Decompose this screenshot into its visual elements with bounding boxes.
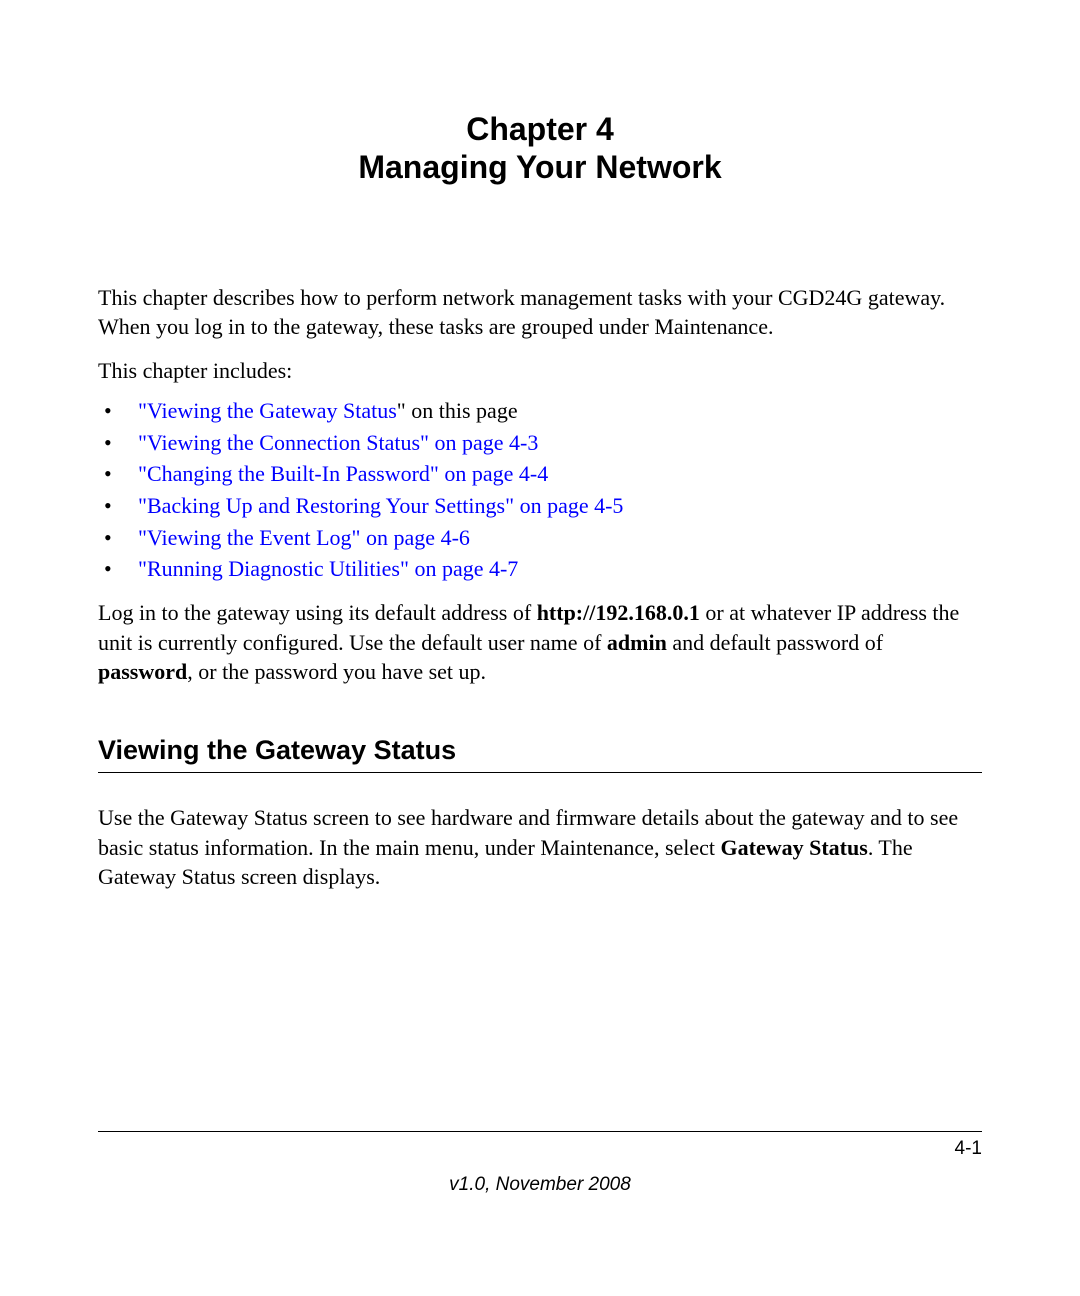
version-line: v1.0, November 2008 — [98, 1174, 982, 1196]
intro-paragraph: This chapter describes how to perform ne… — [98, 283, 982, 342]
toc-link[interactable]: "Running Diagnostic Utilities" on page 4… — [138, 556, 518, 581]
toc-item: "Viewing the Event Log" on page 4-6 — [98, 523, 982, 553]
page-footer: 4-1 v1.0, November 2008 — [98, 1131, 982, 1196]
toc-item: "Backing Up and Restoring Your Settings"… — [98, 491, 982, 521]
default-password: password — [98, 659, 187, 684]
section-paragraph: Use the Gateway Status screen to see har… — [98, 803, 982, 892]
toc-link[interactable]: "Viewing the Event Log" on page 4-6 — [138, 525, 470, 550]
section-heading: Viewing the Gateway Status — [98, 735, 982, 773]
document-page: Chapter 4 Managing Your Network This cha… — [0, 0, 1080, 892]
chapter-header: Chapter 4 Managing Your Network — [98, 110, 982, 187]
toc-link[interactable]: "Backing Up and Restoring Your Settings"… — [138, 493, 623, 518]
toc-link[interactable]: "Viewing the Connection Status" on page … — [138, 430, 538, 455]
toc-suffix: " on this page — [397, 398, 518, 423]
toc-list: "Viewing the Gateway Status" on this pag… — [98, 396, 982, 584]
toc-item: "Viewing the Gateway Status" on this pag… — [98, 396, 982, 426]
includes-label: This chapter includes: — [98, 356, 982, 386]
text-run: and default password of — [667, 630, 883, 655]
menu-item-name: Gateway Status — [721, 835, 868, 860]
login-paragraph: Log in to the gateway using its default … — [98, 598, 982, 687]
chapter-title: Managing Your Network — [98, 148, 982, 186]
toc-item: "Changing the Built-In Password" on page… — [98, 459, 982, 489]
toc-link[interactable]: "Changing the Built-In Password" on page… — [138, 461, 548, 486]
default-url: http://192.168.0.1 — [537, 600, 700, 625]
toc-item: "Running Diagnostic Utilities" on page 4… — [98, 554, 982, 584]
chapter-number: Chapter 4 — [98, 110, 982, 148]
text-run: , or the password you have set up. — [187, 659, 486, 684]
text-run: Log in to the gateway using its default … — [98, 600, 537, 625]
toc-link[interactable]: "Viewing the Gateway Status — [138, 398, 397, 423]
footer-rule — [98, 1131, 982, 1132]
toc-item: "Viewing the Connection Status" on page … — [98, 428, 982, 458]
page-number: 4-1 — [98, 1138, 982, 1160]
default-username: admin — [607, 630, 667, 655]
